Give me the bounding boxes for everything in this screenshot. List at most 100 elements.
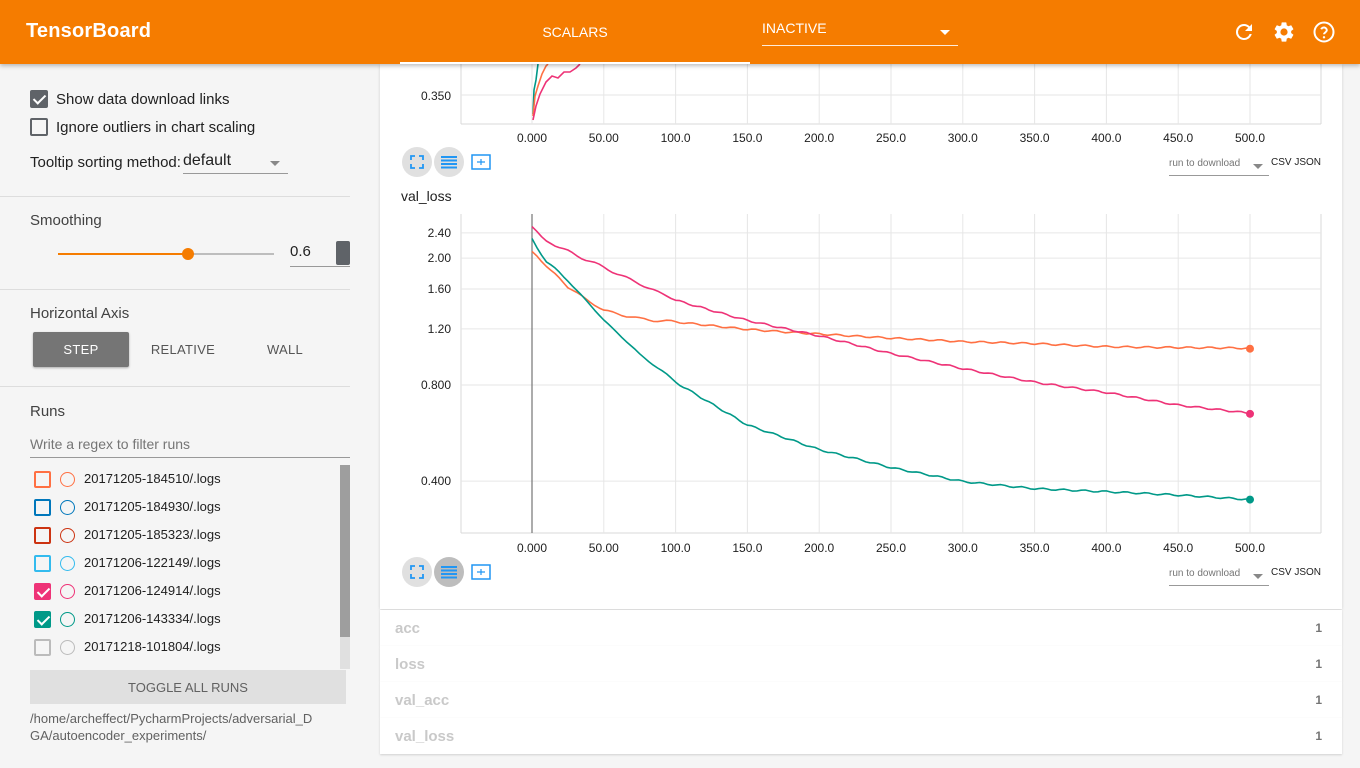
group-name: val_loss <box>395 728 455 745</box>
chevron-down-icon <box>1253 164 1263 169</box>
smoothing-slider-fill <box>58 253 188 255</box>
y-tick-label: 2.40 <box>428 226 452 240</box>
show-download-links-checkbox[interactable] <box>30 90 48 108</box>
x-tick-label: 250.0 <box>876 541 906 555</box>
axis-step-button[interactable]: STEP <box>33 332 129 367</box>
axis-relative-button[interactable]: RELATIVE <box>135 332 231 367</box>
gear-icon[interactable] <box>1272 20 1296 44</box>
run-item[interactable]: 20171218-101804/.logs <box>30 633 340 661</box>
y-tick-label: 0.400 <box>421 474 451 488</box>
smoothing-stepper[interactable] <box>336 241 350 265</box>
axis-wall-button[interactable]: WALL <box>237 332 333 367</box>
tooltip-sorting-label: Tooltip sorting method: <box>30 154 181 171</box>
run-download-select[interactable]: run to download <box>1169 568 1269 586</box>
x-tick-label: 400.0 <box>1091 541 1121 555</box>
ignore-outliers-checkbox[interactable] <box>30 118 48 136</box>
x-tick-label: 150.0 <box>732 541 762 555</box>
x-tick-label: 50.00 <box>589 541 619 555</box>
run-checkbox[interactable] <box>34 527 51 544</box>
refresh-icon[interactable] <box>1232 20 1256 44</box>
charts-canvas[interactable]: 0.350 0.000 50.00 100.0 150.0 200.0 250.0 300.0… <box>380 64 1342 609</box>
run-color-icon[interactable] <box>60 640 75 655</box>
fit-domain-icon[interactable] <box>466 147 496 177</box>
run-item[interactable]: 20171205-185323/.logs <box>30 521 340 549</box>
chart-card: 0.350 0.000 50.00 100.0 150.0 200.0 250.0 300.0… <box>380 64 1342 609</box>
run-checkbox[interactable] <box>34 471 51 488</box>
run-label: 20171206-143334/.logs <box>84 611 221 626</box>
run-color-icon[interactable] <box>60 612 75 627</box>
smoothing-value: 0.6 <box>290 243 311 260</box>
runs-scrollbar[interactable] <box>340 465 350 669</box>
run-download-placeholder: run to download <box>1169 158 1241 169</box>
series-end-point <box>1246 495 1254 504</box>
chevron-down-icon <box>940 30 950 35</box>
y-tick-label: 0.800 <box>421 378 451 392</box>
fullscreen-icon <box>410 565 424 579</box>
run-color-icon[interactable] <box>60 528 75 543</box>
runs-scroll-thumb[interactable] <box>340 465 350 637</box>
tooltip-sorting-select[interactable]: default <box>183 152 288 174</box>
group-val-acc[interactable]: val_acc 1 <box>380 682 1342 718</box>
run-item[interactable]: 20171206-143334/.logs <box>30 605 340 633</box>
group-count: 1 <box>1315 729 1322 743</box>
group-name: loss <box>395 656 426 673</box>
runs-filter-input[interactable]: Write a regex to filter runs <box>30 436 350 458</box>
smoothing-heading: Smoothing <box>30 212 102 229</box>
run-item[interactable]: 20171206-122149/.logs <box>30 549 340 577</box>
run-download-placeholder: run to download <box>1169 568 1241 579</box>
list-icon <box>441 156 457 169</box>
run-color-icon[interactable] <box>60 584 75 599</box>
run-item[interactable]: 20171206-124914/.logs <box>30 577 340 605</box>
fit-domain-icon[interactable] <box>466 557 496 587</box>
fullscreen-button[interactable] <box>402 557 432 587</box>
group-val-loss[interactable]: val_loss 1 <box>380 718 1342 754</box>
divider <box>0 386 350 387</box>
group-acc[interactable]: acc 1 <box>380 610 1342 646</box>
ignore-outliers-label: Ignore outliers in chart scaling <box>56 119 256 136</box>
run-item[interactable]: 20171205-184930/.logs <box>30 493 340 521</box>
run-checkbox[interactable] <box>34 611 51 628</box>
tab-scalars[interactable]: SCALARS <box>400 0 750 64</box>
x-tick-label: 350.0 <box>1020 131 1050 145</box>
run-checkbox[interactable] <box>34 499 51 516</box>
download-format-links[interactable]: CSV JSON <box>1271 567 1321 578</box>
run-item[interactable]: 20171205-184510/.logs <box>30 465 340 493</box>
group-count: 1 <box>1315 693 1322 707</box>
inactive-dashboards-select[interactable]: INACTIVE <box>762 20 958 46</box>
smoothing-slider[interactable] <box>58 248 274 260</box>
divider <box>0 289 350 290</box>
run-label: 20171205-184930/.logs <box>84 499 221 514</box>
run-checkbox[interactable] <box>34 639 51 656</box>
help-icon[interactable] <box>1312 20 1336 44</box>
tab-selected-indicator <box>400 62 750 64</box>
x-tick-label: 300.0 <box>948 131 978 145</box>
smoothing-input[interactable]: 0.6 <box>290 241 350 267</box>
log-scale-button[interactable] <box>434 147 464 177</box>
inactive-select-label: INACTIVE <box>762 20 827 36</box>
x-tick-label: 100.0 <box>661 541 691 555</box>
series-end-point <box>1246 409 1254 418</box>
run-checkbox[interactable] <box>34 583 51 600</box>
x-tick-label: 0.000 <box>517 131 547 145</box>
log-scale-button[interactable] <box>434 557 464 587</box>
run-checkbox[interactable] <box>34 555 51 572</box>
x-tick-label: 500.0 <box>1235 541 1265 555</box>
toggle-all-runs-button[interactable]: TOGGLE ALL RUNS <box>30 670 346 704</box>
run-color-icon[interactable] <box>60 472 75 487</box>
fullscreen-button[interactable] <box>402 147 432 177</box>
group-loss[interactable]: loss 1 <box>380 646 1342 682</box>
app-title: TensorBoard <box>26 20 152 42</box>
series-end-point <box>1246 344 1254 353</box>
y-tick-label: 0.350 <box>421 89 451 103</box>
smoothing-slider-knob[interactable] <box>181 248 194 260</box>
download-format-links[interactable]: CSV JSON <box>1271 157 1321 168</box>
x-tick-label: 100.0 <box>661 131 691 145</box>
group-count: 1 <box>1315 657 1322 671</box>
group-name: val_acc <box>395 692 450 709</box>
run-download-select[interactable]: run to download <box>1169 158 1269 176</box>
tooltip-sorting-value: default <box>183 152 232 169</box>
log-directory-path: /home/archeffect/PycharmProjects/adversa… <box>30 711 313 743</box>
y-tick-label: 1.20 <box>428 322 452 336</box>
run-color-icon[interactable] <box>60 556 75 571</box>
run-color-icon[interactable] <box>60 500 75 515</box>
